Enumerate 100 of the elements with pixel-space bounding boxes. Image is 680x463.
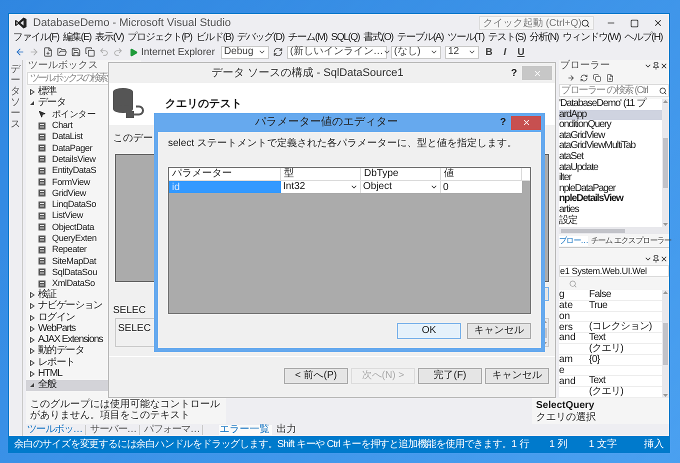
tool-window-tab[interactable]: サーバー… (90, 425, 140, 436)
toolbox-item[interactable]: ListView (26, 210, 141, 222)
value-field[interactable]: 0 (441, 181, 522, 193)
scrollbar-thumb[interactable] (663, 138, 668, 188)
column-header[interactable]: DbType (361, 168, 441, 180)
menu-item[interactable]: ウィンドウ(W) (562, 33, 620, 43)
solution-tree-item[interactable]: ilter (559, 173, 662, 184)
column-header[interactable]: パラメーター (169, 168, 281, 180)
open-folder-icon[interactable] (57, 47, 67, 57)
menu-item[interactable]: デバッグ(D) (237, 33, 284, 43)
property-value[interactable]: (コレクション) (589, 322, 652, 332)
property-value[interactable]: (クエリ) (589, 387, 624, 398)
tool-window-tab[interactable]: ツールボッ… (27, 425, 86, 436)
file-icon[interactable] (606, 74, 614, 82)
property-value[interactable]: Text (589, 333, 606, 344)
toolbox-item[interactable]: XmlDataSo (26, 278, 141, 290)
solution-tree-item[interactable]: npleDetailsView (559, 194, 662, 205)
toolbox-item[interactable]: EntityDataS (26, 165, 141, 176)
format-button[interactable]: B (482, 44, 495, 60)
close-icon[interactable] (660, 255, 668, 263)
help-button[interactable]: ? (495, 115, 511, 130)
menu-item[interactable]: ビルド(B) (196, 33, 234, 43)
solution-tree-item[interactable]: npleDataPager (559, 184, 662, 194)
toolbox-item[interactable]: SiteMapDat (26, 255, 141, 267)
scrollbar-thumb[interactable] (663, 322, 668, 366)
font-size-dropdown[interactable]: 12 (444, 46, 479, 58)
close-icon[interactable] (653, 18, 663, 28)
menu-item[interactable]: ツール(T) (447, 33, 484, 43)
quick-launch-field[interactable]: クイック起動 (Ctrl+Q) (479, 16, 594, 30)
maximize-icon[interactable] (630, 18, 639, 28)
wizard-button[interactable]: < 前へ(P) (284, 368, 348, 384)
sync-icon[interactable] (567, 74, 575, 82)
tool-window-tab[interactable]: パフォーマ… (144, 425, 204, 436)
solution-tree-item[interactable]: ataUpdate (559, 162, 662, 174)
menu-item[interactable]: 分析(N) (529, 33, 558, 43)
copy-icon[interactable] (593, 74, 601, 82)
refresh-icon[interactable] (272, 47, 283, 57)
selected-component-field[interactable]: e1 System.Web.UI.Wel (559, 265, 669, 277)
collapsed-triangle-icon[interactable] (29, 88, 35, 95)
solution-tree-item[interactable]: ataGridViewMultiTab (559, 141, 662, 152)
new-file-icon[interactable] (43, 47, 53, 57)
toolbox-group[interactable]: データ (26, 97, 141, 109)
column-header[interactable]: 値 (441, 168, 522, 180)
config-dropdown[interactable]: Debug (220, 46, 269, 58)
toolbox-item[interactable]: GridView (26, 188, 141, 199)
format-button[interactable]: I (498, 44, 511, 60)
menu-item[interactable]: ヘルプ(H) (624, 33, 662, 43)
expanded-triangle-icon[interactable] (29, 382, 35, 388)
property-value[interactable]: True (589, 300, 608, 311)
toolbox-item[interactable]: Repeater (26, 244, 141, 256)
menu-item[interactable]: プロジェクト(P) (127, 33, 192, 43)
solution-tree-item[interactable]: ardApp (559, 110, 662, 120)
tool-window-tab[interactable]: エラー一覧 (219, 425, 272, 436)
toolbox-item[interactable]: QueryExten (26, 232, 141, 244)
wizard-button[interactable]: キャンセル (485, 368, 549, 384)
toolbox-item[interactable]: ポインター (26, 108, 141, 120)
search-icon[interactable] (569, 280, 577, 288)
menu-item[interactable]: 書式(O) (364, 33, 393, 43)
vertical-scrollbar[interactable] (662, 290, 669, 398)
solution-tree-item[interactable]: onditionQuery (559, 120, 662, 131)
menu-item[interactable]: ファイル(F) (13, 33, 59, 43)
collapsed-triangle-icon[interactable] (29, 292, 35, 298)
column-header[interactable]: 型 (281, 168, 361, 180)
side-tab[interactable]: データソース (10, 64, 20, 436)
menu-item[interactable]: テーブル(A) (396, 33, 444, 43)
run-button[interactable]: Internet Explorer (127, 44, 217, 60)
property-value[interactable]: (クエリ) (589, 344, 624, 354)
solution-search-field[interactable]: ブローラー の検索 (Ctrl (559, 84, 669, 97)
toolbox-group[interactable]: 動的データ (26, 346, 141, 358)
menu-item[interactable]: 表示(V) (95, 33, 124, 43)
toolbox-item[interactable]: Chart (26, 120, 141, 132)
collapsed-triangle-icon[interactable] (29, 371, 35, 378)
menu-item[interactable]: SQL(Q) (331, 33, 360, 43)
solution-tree-item[interactable]: ataGridView (559, 130, 662, 142)
dialog-button[interactable]: OK (397, 323, 461, 339)
menu-item[interactable]: 編集(E) (62, 33, 92, 43)
toolbox-group[interactable]: HTML (26, 368, 141, 380)
toolbox-item[interactable]: ObjectData (26, 222, 141, 233)
collapsed-triangle-icon[interactable] (29, 337, 35, 344)
toolbox-group[interactable]: 標準 (26, 86, 141, 98)
collapsed-triangle-icon[interactable] (29, 314, 35, 321)
dropdown-icon[interactable] (644, 255, 652, 263)
refresh-icon[interactable] (580, 74, 588, 82)
panel-tab[interactable]: ブロー… (559, 236, 588, 246)
back-icon[interactable] (15, 47, 25, 57)
close-icon[interactable] (660, 62, 668, 70)
solution-tree-item[interactable]: arties (559, 204, 662, 216)
dbtype-dropdown[interactable]: Object (361, 181, 441, 193)
toolbox-item[interactable]: DetailsView (26, 154, 141, 166)
toolbox-item[interactable]: SqlDataSou (26, 266, 141, 278)
format-button[interactable]: U (514, 44, 527, 60)
menu-item[interactable]: テスト(S) (488, 33, 526, 43)
help-button[interactable]: ? (506, 66, 522, 80)
property-value[interactable]: {0} (589, 354, 600, 365)
wizard-button[interactable]: 完了(F) (418, 368, 482, 384)
style-dropdown[interactable]: (新しいインライン… (286, 46, 387, 58)
horizontal-scrollbar[interactable] (559, 227, 669, 234)
solution-tree-item[interactable]: ataSet (559, 152, 662, 163)
toolbox-group[interactable]: レポート (26, 357, 141, 368)
property-value[interactable]: False (589, 290, 611, 300)
